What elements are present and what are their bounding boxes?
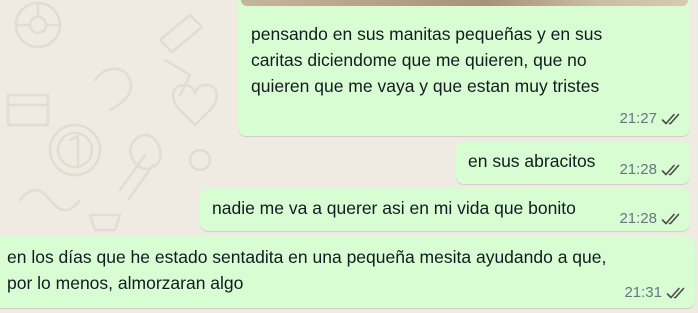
message-meta: 21:27	[619, 110, 681, 128]
message-time: 21:28	[619, 161, 657, 178]
double-check-icon	[661, 212, 681, 226]
double-check-icon	[661, 163, 681, 177]
double-check-icon	[661, 112, 681, 126]
message-text: pensando en sus manitas pequeñas y en su…	[251, 24, 603, 96]
message-bubble-outgoing[interactable]: pensando en sus manitas pequeñas y en su…	[238, 0, 690, 136]
message-time: 21:27	[619, 110, 657, 127]
message-time: 21:28	[619, 210, 657, 227]
message-text: en los días que he estado sentadita en u…	[7, 247, 607, 293]
double-check-icon	[666, 286, 686, 300]
message-meta: 21:28	[619, 210, 681, 228]
message-text: nadie me va a querer asi en mi vida que …	[212, 198, 576, 218]
message-meta: 21:31	[624, 284, 686, 302]
message-bubble-outgoing[interactable]: nadie me va a querer asi en mi vida que …	[200, 188, 690, 231]
message-bubble-outgoing[interactable]: en los días que he estado sentadita en u…	[0, 236, 695, 308]
message-bubble-outgoing[interactable]: en sus abracitos 21:28	[456, 141, 690, 184]
message-meta: 21:28	[619, 161, 681, 179]
attached-photo[interactable]	[241, 0, 688, 6]
message-text: en sus abracitos	[468, 151, 596, 171]
message-time: 21:31	[624, 284, 662, 301]
